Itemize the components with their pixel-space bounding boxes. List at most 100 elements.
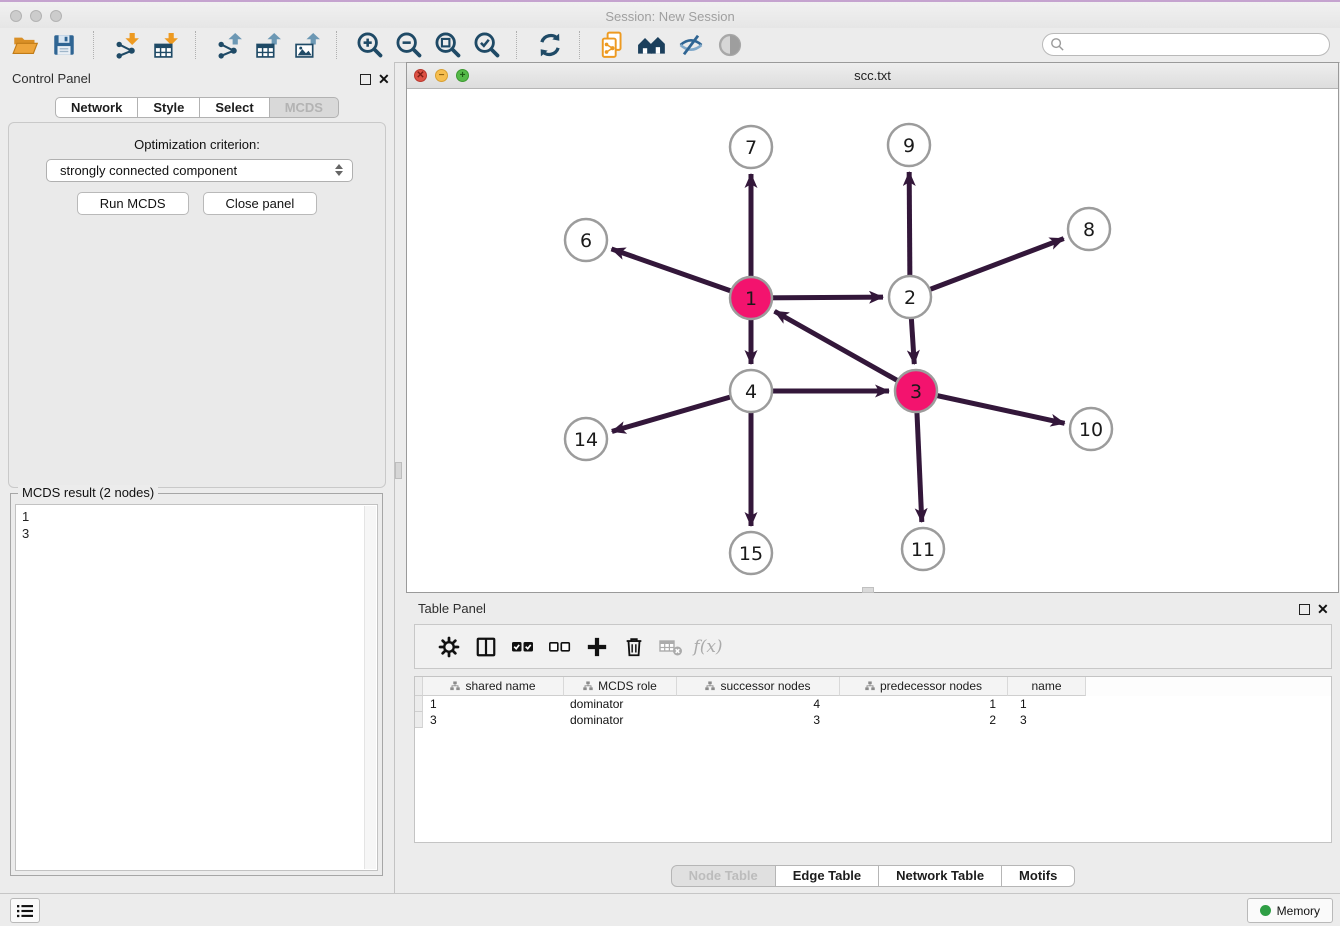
mcds-result-groupbox: MCDS result (2 nodes) 1 3 <box>10 493 383 876</box>
cell-name[interactable]: 3 <box>1008 712 1086 728</box>
birds-eye-view-icon[interactable] <box>715 30 745 60</box>
apply-layout-icon[interactable] <box>535 30 565 60</box>
graph-node-label-10: 10 <box>1079 419 1103 441</box>
network-canvas[interactable]: 7968124314101511 <box>407 90 1338 592</box>
close-table-panel-icon[interactable]: ✕ <box>1317 602 1329 616</box>
cell-predecessor-nodes[interactable]: 2 <box>840 712 1008 728</box>
ndex-home-icon[interactable] <box>637 30 667 60</box>
mcds-buttons: Run MCDS Close panel <box>9 192 385 215</box>
zoom-fit-icon[interactable] <box>433 30 463 60</box>
run-mcds-button[interactable]: Run MCDS <box>77 192 189 215</box>
column-header-predecessor-nodes[interactable]: predecessor nodes <box>840 677 1008 696</box>
split-view-icon[interactable] <box>473 634 499 660</box>
add-column-icon[interactable] <box>584 634 610 660</box>
graph-node-label-3: 3 <box>910 381 922 403</box>
row-header-gutter <box>415 712 423 728</box>
clone-network-icon[interactable] <box>598 30 628 60</box>
search-field[interactable] <box>1042 33 1330 56</box>
task-history-button[interactable] <box>10 898 40 923</box>
export-image-icon[interactable] <box>292 30 322 60</box>
header-filler <box>1086 677 1331 696</box>
delete-column-icon[interactable] <box>621 634 647 660</box>
network-window-titlebar[interactable]: ✕ − + scc.txt <box>407 63 1338 89</box>
open-session-icon[interactable] <box>10 30 40 60</box>
cell-shared-name[interactable]: 1 <box>423 696 564 712</box>
tab-edge-table[interactable]: Edge Table <box>775 865 879 887</box>
graph-node-label-14: 14 <box>574 429 598 451</box>
control-panel: Control Panel ✕ Network Style Select MCD… <box>0 62 394 893</box>
graph-node-label-11: 11 <box>911 539 935 561</box>
horizontal-splitter-handle[interactable] <box>862 587 874 593</box>
table-row[interactable]: 3 dominator 3 2 3 <box>415 712 1331 728</box>
shared-column-icon <box>865 681 875 691</box>
import-network-icon[interactable] <box>112 30 142 60</box>
close-panel-button[interactable]: Close panel <box>203 192 318 215</box>
cell-name[interactable]: 1 <box>1008 696 1086 712</box>
optimization-criterion-label: Optimization criterion: <box>9 137 385 152</box>
toolbar-separator <box>579 31 580 59</box>
result-scrollbar[interactable] <box>364 506 376 869</box>
float-panel-icon[interactable] <box>360 74 371 85</box>
graph-node-label-1: 1 <box>745 288 757 310</box>
cell-mcds-role[interactable]: dominator <box>564 696 677 712</box>
graph-node-label-6: 6 <box>580 230 592 252</box>
zoom-in-icon[interactable] <box>355 30 385 60</box>
select-all-columns-icon[interactable] <box>510 634 536 660</box>
network-view-window: ✕ − + scc.txt 7968124314101511 <box>406 62 1339 593</box>
graphics-details-icon[interactable] <box>676 30 706 60</box>
main-toolbar <box>0 28 1340 62</box>
graph-node-label-4: 4 <box>745 381 757 403</box>
table-panel: Table Panel ✕ f(x) <box>406 595 1340 893</box>
vertical-splitter-handle[interactable] <box>395 462 402 479</box>
tab-motifs[interactable]: Motifs <box>1001 865 1075 887</box>
control-panel-tabs: Network Style Select MCDS <box>0 97 394 118</box>
search-input[interactable] <box>1065 36 1329 54</box>
memory-label: Memory <box>1277 904 1320 918</box>
table-toolbar: f(x) <box>414 624 1332 669</box>
result-line: 3 <box>22 525 371 542</box>
cell-shared-name[interactable]: 3 <box>423 712 564 728</box>
import-table-icon[interactable] <box>151 30 181 60</box>
memory-button[interactable]: Memory <box>1247 898 1333 923</box>
tab-mcds[interactable]: MCDS <box>269 97 339 118</box>
float-table-panel-icon[interactable] <box>1299 604 1310 615</box>
memory-status-icon <box>1260 905 1271 916</box>
cell-successor-nodes[interactable]: 4 <box>677 696 840 712</box>
graph-edge-2-8[interactable] <box>910 239 1064 297</box>
task-list-icon <box>16 903 34 919</box>
table-settings-icon[interactable] <box>436 634 462 660</box>
table-panel-title: Table Panel <box>418 601 486 616</box>
criterion-dropdown[interactable]: strongly connected component <box>46 159 353 182</box>
deselect-all-columns-icon[interactable] <box>547 634 573 660</box>
zoom-selected-icon[interactable] <box>472 30 502 60</box>
graph-edge-3-10[interactable] <box>916 391 1065 423</box>
cell-mcds-role[interactable]: dominator <box>564 712 677 728</box>
column-header-name[interactable]: name <box>1008 677 1086 696</box>
control-panel-title: Control Panel <box>12 71 91 86</box>
tab-network[interactable]: Network <box>55 97 138 118</box>
export-table-icon[interactable] <box>253 30 283 60</box>
cell-successor-nodes[interactable]: 3 <box>677 712 840 728</box>
row-header-gutter <box>415 696 423 712</box>
close-panel-icon[interactable]: ✕ <box>378 72 390 86</box>
toolbar-separator <box>93 31 94 59</box>
network-window-title: scc.txt <box>407 68 1338 83</box>
save-session-icon[interactable] <box>49 30 79 60</box>
tab-style[interactable]: Style <box>137 97 200 118</box>
column-header-successor-nodes[interactable]: successor nodes <box>677 677 840 696</box>
mcds-result-title: MCDS result (2 nodes) <box>18 485 158 500</box>
network-graph[interactable]: 7968124314101511 <box>407 90 1338 593</box>
export-network-icon[interactable] <box>214 30 244 60</box>
cell-predecessor-nodes[interactable]: 1 <box>840 696 1008 712</box>
tab-network-table[interactable]: Network Table <box>878 865 1002 887</box>
tab-select[interactable]: Select <box>199 97 269 118</box>
tab-node-table[interactable]: Node Table <box>671 865 776 887</box>
graph-node-label-7: 7 <box>745 137 757 159</box>
zoom-out-icon[interactable] <box>394 30 424 60</box>
mcds-result-list[interactable]: 1 3 <box>15 504 378 871</box>
column-header-shared-name[interactable]: shared name <box>423 677 564 696</box>
column-header-mcds-role[interactable]: MCDS role <box>564 677 677 696</box>
graph-edge-3-1[interactable] <box>775 311 916 391</box>
node-table[interactable]: shared name MCDS role successor nodes pr… <box>414 676 1332 843</box>
table-row[interactable]: 1 dominator 4 1 1 <box>415 696 1331 712</box>
